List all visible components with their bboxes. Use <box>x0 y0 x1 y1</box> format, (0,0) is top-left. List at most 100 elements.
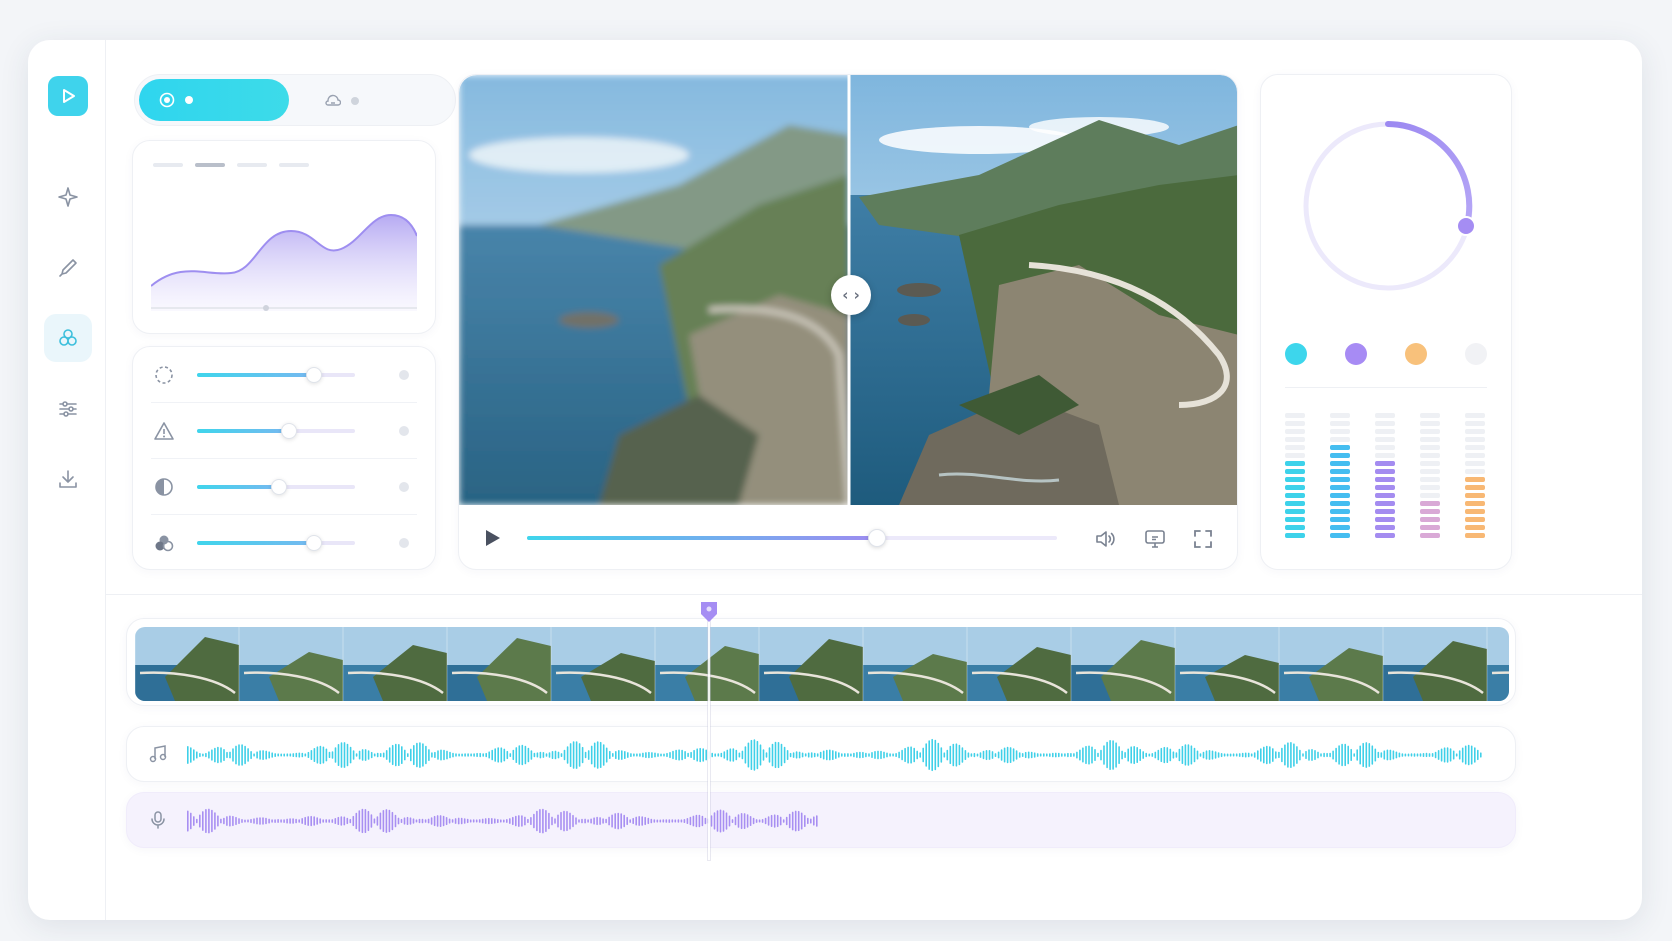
level-meter <box>1375 413 1395 541</box>
film-frame[interactable] <box>135 627 239 701</box>
level-segment <box>1420 429 1440 434</box>
level-segment <box>1330 533 1350 538</box>
adjustment-slider[interactable] <box>197 423 355 439</box>
film-frame[interactable] <box>966 627 1071 701</box>
film-frame[interactable] <box>1382 627 1487 701</box>
curve-tab[interactable] <box>153 163 183 167</box>
sidebar-item-effects[interactable] <box>44 314 92 362</box>
adjustment-slider[interactable] <box>197 367 355 383</box>
film-frame[interactable] <box>758 627 863 701</box>
level-segment <box>1420 413 1440 418</box>
video-track <box>126 618 1516 706</box>
film-frame[interactable] <box>342 627 447 701</box>
level-segment <box>1420 445 1440 450</box>
adjustment-reset-dot[interactable] <box>399 426 409 436</box>
playback-progress-bar[interactable] <box>527 529 1057 547</box>
mode-option-record[interactable] <box>139 79 289 121</box>
level-segment <box>1330 509 1350 514</box>
film-frame[interactable] <box>1070 627 1175 701</box>
sliders-icon <box>59 401 77 417</box>
playhead-marker[interactable] <box>699 600 719 624</box>
level-segment <box>1420 477 1440 482</box>
slider-knob[interactable] <box>271 479 288 495</box>
sidebar-item-adjust[interactable] <box>44 385 92 433</box>
film-frame[interactable] <box>1278 627 1383 701</box>
level-segment <box>1375 533 1395 538</box>
adjustment-reset-dot[interactable] <box>399 482 409 492</box>
level-segment <box>1330 493 1350 498</box>
panel-divider <box>1285 387 1487 388</box>
level-segment <box>1375 469 1395 474</box>
level-segment <box>1420 437 1440 442</box>
adjustment-reset-dot[interactable] <box>399 538 409 548</box>
level-segment <box>1465 493 1485 498</box>
film-frame[interactable] <box>862 627 967 701</box>
record-indicator-dot <box>185 96 193 104</box>
microphone-icon <box>151 811 165 829</box>
dashed-circle-icon <box>155 366 173 384</box>
sidebar <box>28 40 106 920</box>
music-track[interactable] <box>126 726 1516 782</box>
play-logo-icon <box>63 89 75 103</box>
compare-split-handle[interactable]: ‹ › <box>831 275 871 315</box>
voice-track[interactable] <box>126 792 1516 848</box>
sidebar-item-export[interactable] <box>44 455 92 503</box>
level-segment <box>1285 485 1305 490</box>
level-segment <box>1465 429 1485 434</box>
level-meter <box>1420 413 1440 541</box>
slider-knob[interactable] <box>305 535 322 551</box>
swatch-cyan[interactable] <box>1285 343 1307 365</box>
sidebar-item-ai[interactable] <box>44 173 92 221</box>
level-segment <box>1420 533 1440 538</box>
level-segment <box>1465 461 1485 466</box>
level-segment <box>1285 477 1305 482</box>
curve-tab-active[interactable] <box>195 163 225 167</box>
level-segment <box>1465 525 1485 530</box>
level-segment <box>1375 501 1395 506</box>
curve-tab[interactable] <box>237 163 267 167</box>
play-icon[interactable] <box>481 527 503 549</box>
adjustment-slider[interactable] <box>197 535 355 551</box>
cloud-icon <box>325 94 341 106</box>
level-segment <box>1375 429 1395 434</box>
cast-screen-icon[interactable] <box>1143 527 1167 551</box>
level-segment <box>1375 517 1395 522</box>
level-segment <box>1330 477 1350 482</box>
mode-toggle <box>134 74 456 126</box>
curve-tab[interactable] <box>279 163 309 167</box>
sparkle-icon <box>58 187 78 207</box>
level-segment <box>1330 469 1350 474</box>
progress-knob[interactable] <box>867 529 886 547</box>
slider-knob[interactable] <box>305 367 322 383</box>
film-frame[interactable] <box>1174 627 1279 701</box>
level-segment <box>1330 429 1350 434</box>
swatch-orange[interactable] <box>1405 343 1427 365</box>
level-segment <box>1420 453 1440 458</box>
level-segment <box>1285 453 1305 458</box>
adjustment-slider[interactable] <box>197 479 355 495</box>
filmstrip-frames <box>135 627 1509 701</box>
sidebar-item-brush[interactable] <box>44 244 92 292</box>
film-frame[interactable] <box>1486 627 1509 701</box>
adjustment-reset-dot[interactable] <box>399 370 409 380</box>
level-segment <box>1375 453 1395 458</box>
filmstrip[interactable] <box>135 627 1509 701</box>
level-segment <box>1375 445 1395 450</box>
color-dial[interactable] <box>1297 115 1479 297</box>
swatch-empty[interactable] <box>1465 343 1487 365</box>
slider-knob[interactable] <box>280 423 297 439</box>
fullscreen-icon[interactable] <box>1191 527 1215 551</box>
tone-curve-graph[interactable] <box>151 201 417 321</box>
mode-option-cloud[interactable] <box>325 81 359 121</box>
level-segment <box>1465 517 1485 522</box>
film-frame[interactable] <box>446 627 551 701</box>
swatch-purple[interactable] <box>1345 343 1367 365</box>
before-after-preview[interactable]: ‹ › <box>459 75 1237 505</box>
app-logo[interactable] <box>48 76 88 116</box>
film-frame[interactable] <box>550 627 655 701</box>
film-frame[interactable] <box>654 627 759 701</box>
film-frame[interactable] <box>238 627 343 701</box>
volume-icon[interactable] <box>1093 527 1117 551</box>
level-segment <box>1285 461 1305 466</box>
level-segment <box>1285 421 1305 426</box>
